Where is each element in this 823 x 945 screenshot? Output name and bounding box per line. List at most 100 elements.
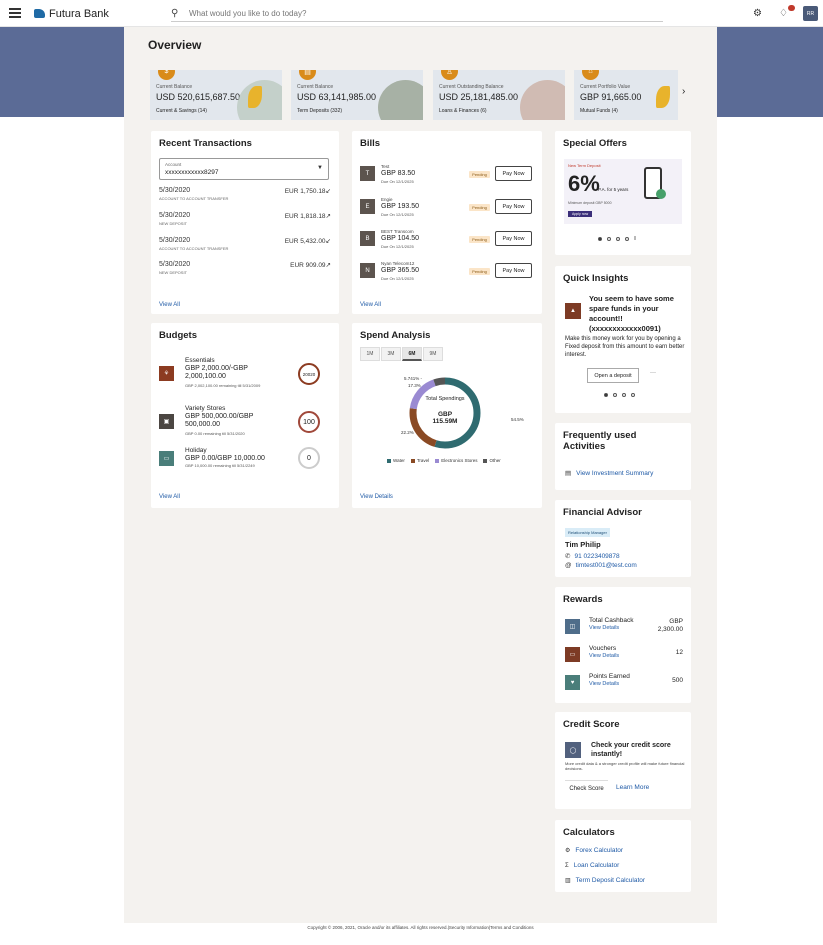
carousel-dot[interactable] [598,237,602,241]
view-details-link[interactable]: View Details [589,625,619,631]
bill-row: E Engie GBP 193.50 Due On 12/1/2025 Pend… [360,196,542,224]
offer-term: P.A. for 5 years [598,187,629,192]
budget-row[interactable]: ⚘ Essentials GBP 2,000.00/-GBP 2,000,100… [159,357,331,397]
balance-sub: Term Deposits (332) [297,108,343,114]
tab-9m[interactable]: 9M [423,347,443,361]
legend-item[interactable]: Electronics Stores [435,458,477,463]
card-title: Frequently used Activities [563,430,637,452]
menu-icon[interactable] [9,8,21,18]
learn-more-link[interactable]: Learn More [616,784,649,791]
advisor-phone[interactable]: ✆ 91 0223409878 [565,552,620,560]
td-calculator-link[interactable]: ▥ Term Deposit Calculator [565,877,645,884]
balance-label: Current Outstanding Balance [439,84,504,90]
transaction-desc: NEW DEPOSIT [159,221,188,226]
decor-shape [520,80,565,120]
card-title: Rewards [563,594,603,605]
carousel-dot[interactable] [607,237,611,241]
carousel-dot[interactable] [622,393,626,397]
transaction-row[interactable]: 5/30/2020 ACCOUNT TO ACCOUNT TRANSFER EU… [159,187,331,209]
advisor-email[interactable]: @ timtest001@test.com [565,562,637,569]
legend-label: Electronics Stores [441,458,478,463]
offer-banner[interactable]: New Term Deposit 6% P.A. for 5 years Min… [564,159,682,224]
carousel-dot[interactable] [631,393,635,397]
carousel-dot[interactable] [613,393,617,397]
legend-label: Other [489,458,501,463]
forex-calculator-link[interactable]: ⚙ Forex Calculator [565,847,623,854]
search-input[interactable] [189,9,649,18]
carousel-dots[interactable] [604,393,640,397]
transaction-row[interactable]: 5/30/2020 ACCOUNT TO ACCOUNT TRANSFER EU… [159,237,331,259]
chart-icon: ▤ [565,470,572,477]
biller-avatar: T [360,166,375,181]
balance-card-loans[interactable]: ♙ Current Outstanding Balance USD 25,181… [433,70,565,120]
biller-avatar: B [360,231,375,246]
balance-card-td[interactable]: ▤ Current Balance USD 63,141,985.00 Term… [291,70,423,120]
brand-name[interactable]: Futura Bank [49,8,109,20]
tab-3m[interactable]: 3M [381,347,401,361]
financial-advisor-card: Financial Advisor Relationship Manager T… [555,500,691,577]
carousel-dot[interactable] [616,237,620,241]
view-all-link[interactable]: View All [360,302,381,308]
legend-item[interactable]: Water [387,458,405,463]
loan-calculator-link[interactable]: Σ Loan Calculator [565,862,619,869]
tab-6m[interactable]: 6M [402,347,422,361]
budget-row[interactable]: ▭ Holiday GBP 0.00/GBP 10,000.00 GBP 10,… [159,447,331,487]
balance-card-casa[interactable]: $ Current Balance USD 520,615,687.50 Cur… [150,70,282,120]
settings-icon[interactable]: ⚙ [753,8,762,19]
insight-body: Make this money work for you by opening … [565,336,685,358]
budget-row[interactable]: ▣ Variety Stores GBP 500,000.00/GBP 500,… [159,405,331,445]
search-bar[interactable]: ⚲ [171,6,663,22]
chevron-right-icon[interactable]: › [682,86,685,97]
pay-now-button[interactable]: Pay Now [495,199,532,214]
frequent-item[interactable]: ▤ View Investment Summary [565,469,653,477]
legend-item[interactable]: Travel [410,458,429,463]
view-details-link[interactable]: View Details [360,494,393,500]
reward-row: ◫ Total Cashback View Details GBP 2,300.… [565,615,683,639]
pause-icon[interactable]: ‖ [634,237,638,242]
budget-progress-ring: 20020 [298,363,320,385]
check-score-button[interactable]: Check Score [565,780,608,796]
apply-now-button[interactable]: Apply now [568,211,593,217]
recent-transactions-card: Recent Transactions Account xxxxxxxxxxxx… [151,131,339,314]
more-icon[interactable]: ··· [650,370,656,376]
calculators-card: Calculators ⚙ Forex Calculator Σ Loan Calc… [555,820,691,892]
bill-due: Due On 12/1/2025 [381,244,414,249]
account-select[interactable]: Account xxxxxxxxxxxx8297 ▼ [159,158,329,180]
reward-name: Points Earned [589,673,630,680]
open-deposit-button[interactable]: Open a deposit [587,368,639,383]
view-all-link[interactable]: View All [159,302,180,308]
transaction-amount: EUR 1,750.18↙ [284,188,331,195]
notification-badge [788,5,795,11]
pay-now-button[interactable]: Pay Now [495,166,532,181]
advisor-email-value: timtest001@test.com [575,562,637,569]
transaction-row[interactable]: 5/30/2020 NEW DEPOSIT EUR 1,818.18↗ [159,212,331,234]
legend-swatch [483,458,488,463]
carousel-dot[interactable] [604,393,608,397]
tab-1m[interactable]: 1M [360,347,380,361]
donut-label: 5.741% - [404,376,423,381]
bill-due: Due On 12/1/2025 [381,179,414,184]
dollar-icon: $ [158,70,175,80]
bill-row: N Nyan Telecom12 GBP 365.50 Due On 12/1/… [360,260,542,288]
view-details-link[interactable]: View Details [589,681,619,687]
holiday-icon: ▭ [159,451,174,466]
transaction-desc: ACCOUNT TO ACCOUNT TRANSFER [159,246,229,251]
view-details-link[interactable]: View Details [589,653,619,659]
rewards-card: Rewards ◫ Total Cashback View Details GB… [555,587,691,703]
transaction-date: 5/30/2020 [159,237,191,244]
frequent-item-label: View Investment Summary [576,470,654,477]
donut-center-label: Total Spendings [425,396,465,402]
transaction-row[interactable]: 5/30/2020 NEW DEPOSIT EUR 909.09↗ [159,261,331,283]
bill-amount: GBP 104.50 [381,235,420,242]
bill-due: Due On 12/1/2025 [381,212,414,217]
view-all-link[interactable]: View All [159,494,180,500]
carousel-dot[interactable] [625,237,629,241]
balance-card-mf[interactable]: ⌂ Current Portfolio Value GBP 91,665.00 … [574,70,678,120]
legend-item[interactable]: Other [483,458,501,463]
pay-now-button[interactable]: Pay Now [495,263,532,278]
carousel-dots[interactable]: ‖ [598,237,643,242]
bell-icon[interactable]: ♢ [779,8,788,19]
avatar[interactable]: RR [803,6,818,21]
pay-now-button[interactable]: Pay Now [495,231,532,246]
budget-name: Holiday [185,447,207,454]
